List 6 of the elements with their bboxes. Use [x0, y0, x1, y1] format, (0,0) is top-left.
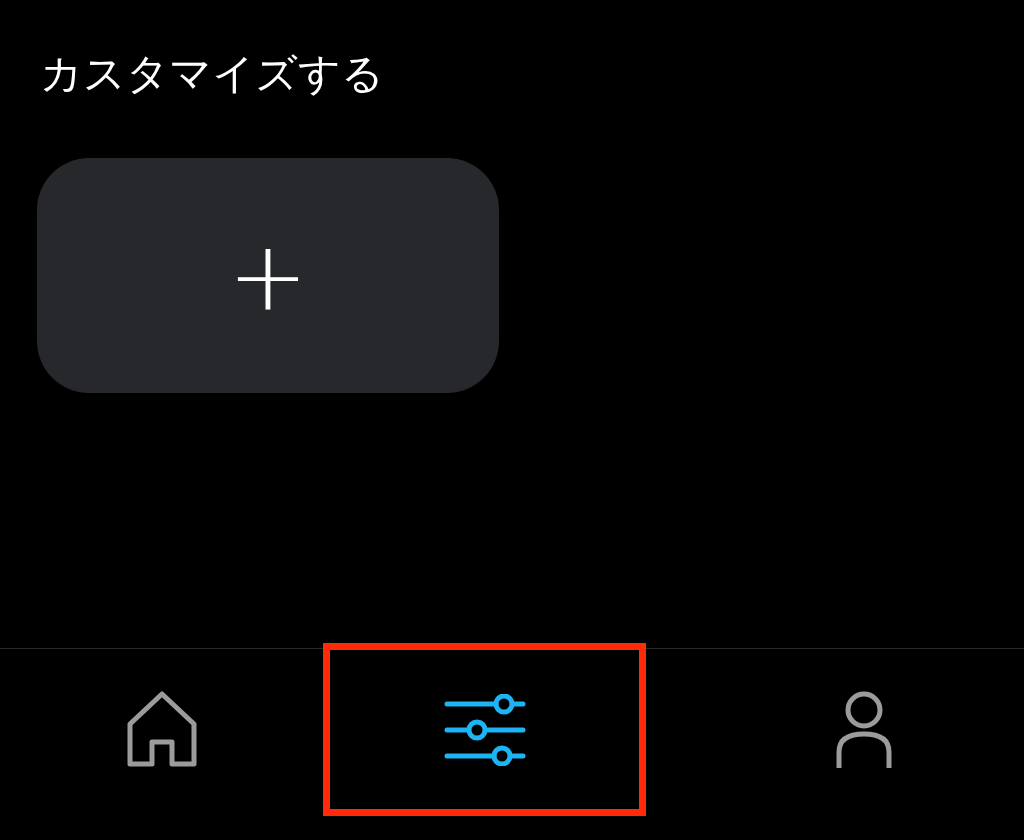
tab-button[interactable] [323, 643, 646, 816]
page-title: カスタマイズする [39, 48, 384, 100]
sliders-icon [443, 693, 526, 766]
add-card[interactable]: + [37, 158, 499, 393]
home-icon [125, 689, 198, 770]
person-icon [835, 689, 892, 770]
